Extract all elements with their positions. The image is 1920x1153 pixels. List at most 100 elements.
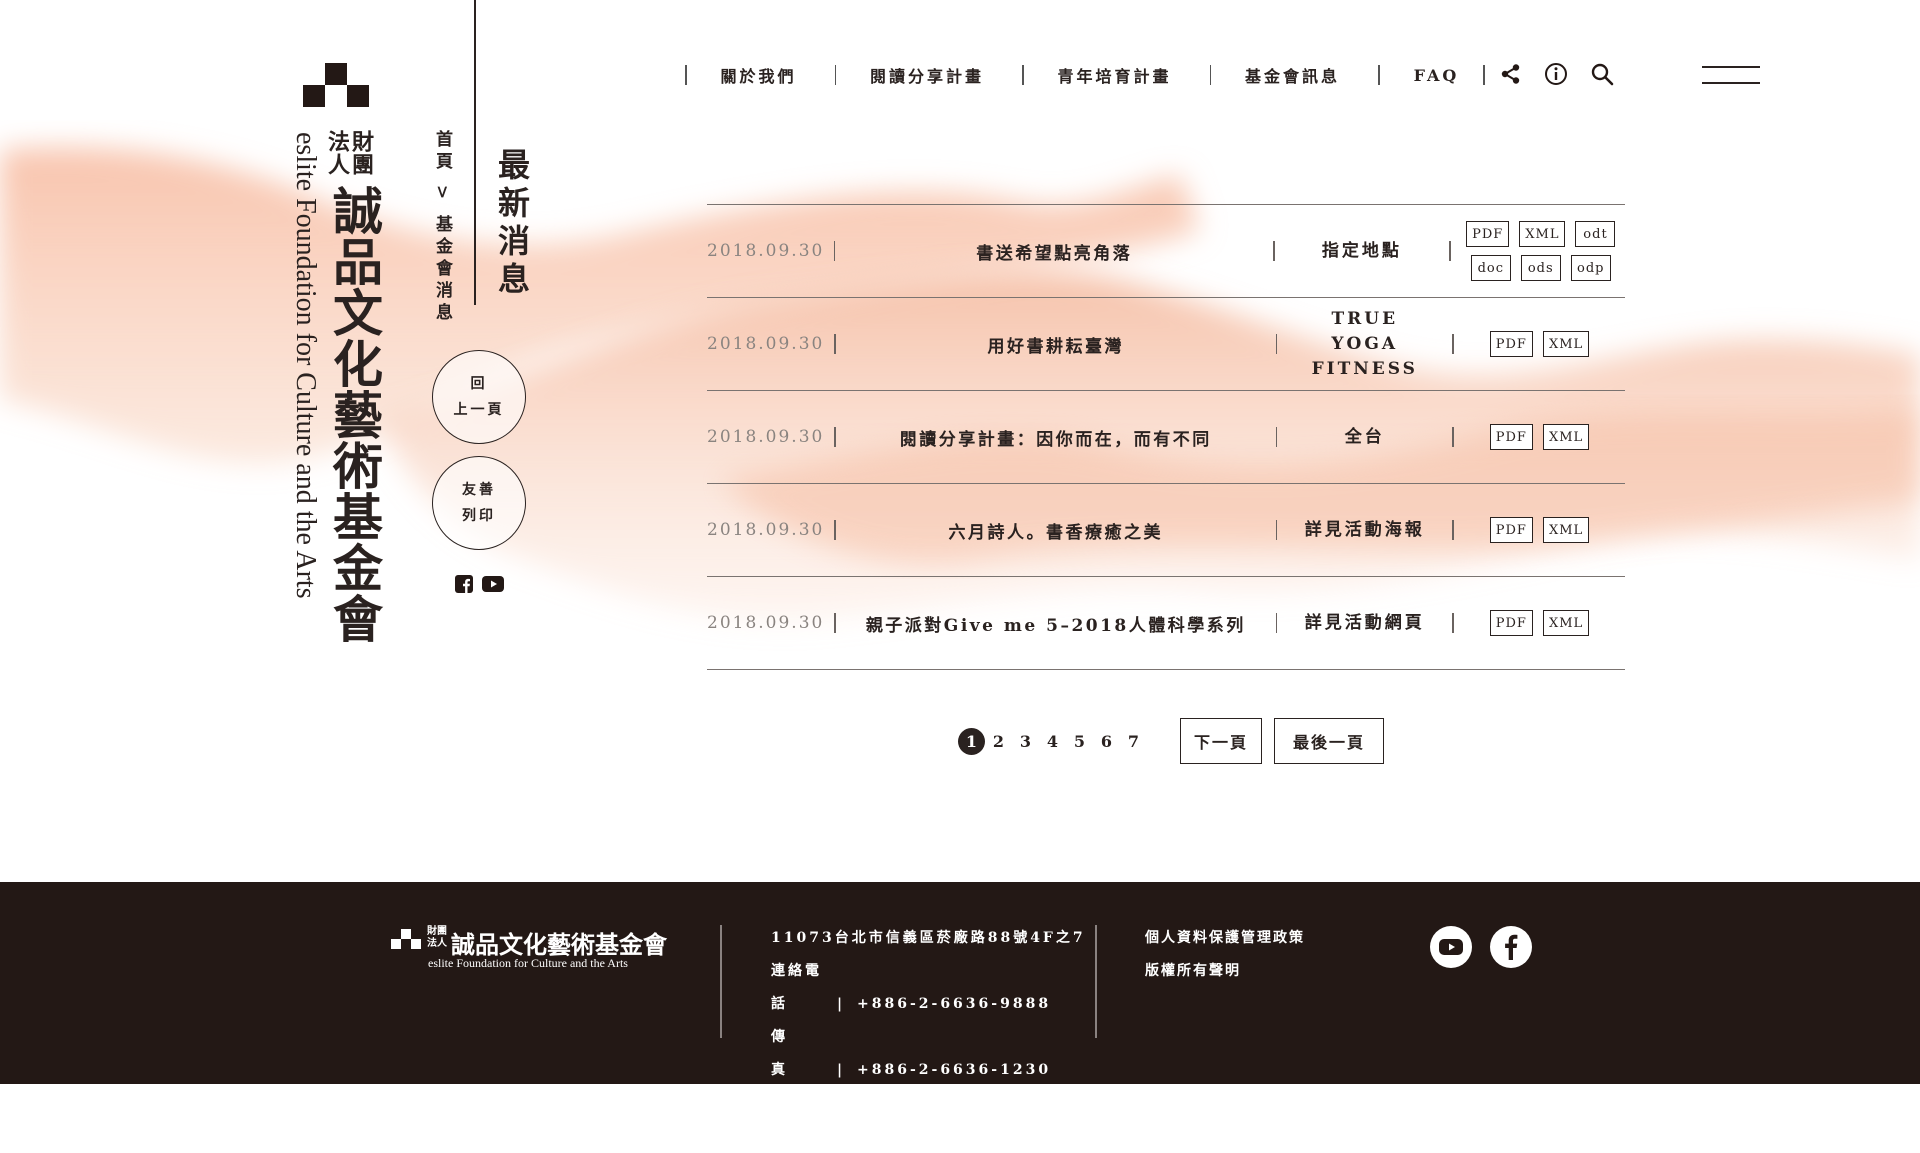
footer-logo-name: 誠品文化藝術基金會 — [451, 930, 667, 959]
news-location: 全台 — [1344, 426, 1385, 447]
privacy-policy-link[interactable]: 個人資料保護管理政策 — [1145, 922, 1305, 955]
contact-info: 11073台北市信義區菸廠路88號4F之7 連絡電話 | +886-2-6636-9… — [771, 922, 1086, 1153]
news-row[interactable]: 2018.09.30 閱讀分享計畫：因你而在，而有不同 全台 PDF XML — [707, 390, 1625, 483]
nav-separator — [1483, 65, 1485, 85]
header-divider — [474, 0, 476, 305]
news-date: 2018.09.30 — [707, 334, 825, 354]
nav-item-about[interactable]: 關於我們 — [687, 63, 835, 87]
footer-fax-row: 傳 真 | +886-2-6636-1230 — [771, 1021, 1086, 1087]
print-button[interactable]: 友善 列印 — [432, 456, 526, 550]
news-date: 2018.09.30 — [707, 520, 825, 540]
footer-links: 個人資料保護管理政策 版權所有聲明 — [1145, 922, 1305, 988]
download-xml-button[interactable]: XML — [1542, 331, 1590, 357]
download-xml-button[interactable]: XML — [1542, 517, 1590, 543]
download-xml-button[interactable]: XML — [1542, 424, 1590, 450]
download-odp-button[interactable]: odp — [1570, 255, 1611, 281]
copyright-link[interactable]: 版權所有聲明 — [1145, 955, 1305, 988]
news-date: 2018.09.30 — [707, 427, 825, 447]
news-title[interactable]: 用好書耕耘臺灣 — [836, 332, 1276, 357]
taxid-number: 25681974 — [857, 1128, 959, 1144]
logo-english-name: eslite Foundation for Culture and the Ar… — [290, 132, 321, 599]
page-3-button[interactable]: 3 — [1012, 728, 1039, 755]
fax-number: +886-2-6636-1230 — [857, 1062, 1052, 1078]
news-list: 2018.09.30 書送希望點亮角落 指定地點 PDF XML odt doc… — [707, 204, 1625, 670]
download-xml-button[interactable]: XML — [1519, 221, 1566, 247]
print-button-label-1: 友善 — [462, 482, 496, 498]
news-row[interactable]: 2018.09.30 六月詩人。書香療癒之美 詳見活動海報 PDF XML — [707, 483, 1625, 576]
logo-org-type: 財團法人 — [324, 130, 374, 176]
footer: 財團法人 誠品文化藝術基金會 eslite Foundation for Cul… — [0, 882, 1920, 1144]
news-title[interactable]: 六月詩人。書香療癒之美 — [836, 518, 1276, 543]
phone-number[interactable]: +886-2-6636-9888 — [857, 996, 1051, 1012]
nav-item-youth-project[interactable]: 青年培育計畫 — [1024, 63, 1210, 87]
pagination: 1 2 3 4 5 6 7 下一頁 最後一頁 — [958, 718, 1384, 764]
facebook-icon[interactable] — [1490, 926, 1532, 968]
footer-social — [1430, 926, 1532, 968]
taxid-label: 統一編號 — [771, 1095, 822, 1144]
footer-divider — [1095, 925, 1097, 1038]
footer-logo-english: eslite Foundation for Culture and the Ar… — [428, 956, 628, 970]
file-downloads: PDF XML — [1454, 424, 1625, 450]
footer-taxid-row: 統一編號 | 25681974 — [771, 1087, 1086, 1153]
page-2-button[interactable]: 2 — [985, 728, 1012, 755]
logo-name[interactable]: 誠品文化藝術基金會 — [325, 185, 384, 644]
news-row[interactable]: 2018.09.30 書送希望點亮角落 指定地點 PDF XML odt doc… — [707, 204, 1625, 297]
news-location: 指定地點 — [1321, 240, 1402, 261]
hamburger-menu-icon[interactable] — [1702, 66, 1760, 98]
info-icon[interactable] — [1544, 62, 1568, 86]
file-downloads: PDF XML odt doc ods odp — [1451, 221, 1625, 281]
main-nav: 關於我們 閱讀分享計畫 青年培育計畫 基金會訊息 FAQ — [685, 64, 1485, 86]
page-1-button[interactable]: 1 — [958, 727, 985, 755]
next-page-button[interactable]: 下一頁 — [1180, 718, 1262, 764]
news-title[interactable]: 閱讀分享計畫：因你而在，而有不同 — [836, 425, 1276, 450]
phone-label: 連絡電話 — [771, 963, 822, 1012]
footer-logo-org-type: 財團法人 — [427, 926, 447, 949]
file-downloads: PDF XML — [1454, 517, 1625, 543]
news-date: 2018.09.30 — [707, 613, 825, 633]
print-button-label-2: 列印 — [462, 508, 496, 524]
back-button-label-2: 上一頁 — [453, 402, 505, 418]
download-pdf-button[interactable]: PDF — [1489, 424, 1533, 450]
news-title[interactable]: 親子派對Give me 5–2018人體科學系列 — [836, 611, 1276, 636]
page-title: 最新消息 — [493, 148, 531, 300]
nav-item-foundation-news[interactable]: 基金會訊息 — [1211, 63, 1378, 87]
news-location: TRUE YOGA FITNESS — [1311, 308, 1418, 379]
news-date: 2018.09.30 — [707, 241, 825, 261]
back-button[interactable]: 回 上一頁 — [432, 350, 526, 444]
logo-mark-icon[interactable] — [303, 63, 369, 107]
download-odt-button[interactable]: odt — [1575, 221, 1616, 247]
share-icon[interactable] — [1500, 63, 1522, 85]
news-title[interactable]: 書送希望點亮角落 — [835, 239, 1273, 264]
page-6-button[interactable]: 6 — [1093, 728, 1120, 755]
youtube-icon[interactable] — [482, 575, 504, 593]
news-row[interactable]: 2018.09.30 用好書耕耘臺灣 TRUE YOGA FITNESS PDF… — [707, 297, 1625, 390]
nav-item-faq[interactable]: FAQ — [1380, 66, 1484, 85]
fax-label: 傳 真 — [771, 1029, 822, 1078]
download-pdf-button[interactable]: PDF — [1466, 221, 1510, 247]
last-page-button[interactable]: 最後一頁 — [1274, 718, 1384, 764]
footer-divider — [720, 925, 722, 1038]
footer-logo-mark-icon — [391, 929, 421, 949]
page-7-button[interactable]: 7 — [1120, 728, 1147, 755]
download-pdf-button[interactable]: PDF — [1489, 517, 1533, 543]
file-downloads: PDF XML — [1454, 610, 1625, 636]
news-row[interactable]: 2018.09.30 親子派對Give me 5–2018人體科學系列 詳見活動… — [707, 576, 1625, 670]
search-icon[interactable] — [1590, 62, 1614, 86]
news-location: 詳見活動海報 — [1304, 519, 1425, 540]
download-pdf-button[interactable]: PDF — [1489, 610, 1533, 636]
facebook-icon[interactable] — [455, 575, 473, 593]
download-xml-button[interactable]: XML — [1542, 610, 1590, 636]
file-downloads: PDF XML — [1454, 331, 1625, 357]
nav-item-reading-project[interactable]: 閱讀分享計畫 — [836, 63, 1022, 87]
back-button-label-1: 回 — [470, 376, 488, 392]
footer-address: 11073台北市信義區菸廠路88號4F之7 — [771, 930, 1086, 946]
download-doc-button[interactable]: doc — [1470, 255, 1511, 281]
news-location: 詳見活動網頁 — [1304, 612, 1425, 633]
youtube-icon[interactable] — [1430, 926, 1472, 968]
download-ods-button[interactable]: ods — [1520, 255, 1561, 281]
page-5-button[interactable]: 5 — [1066, 728, 1093, 755]
footer-phone-row: 連絡電話 | +886-2-6636-9888 — [771, 955, 1086, 1021]
download-pdf-button[interactable]: PDF — [1489, 331, 1533, 357]
breadcrumb[interactable]: 首頁 > 基金會消息 — [432, 130, 452, 325]
page-4-button[interactable]: 4 — [1039, 728, 1066, 755]
